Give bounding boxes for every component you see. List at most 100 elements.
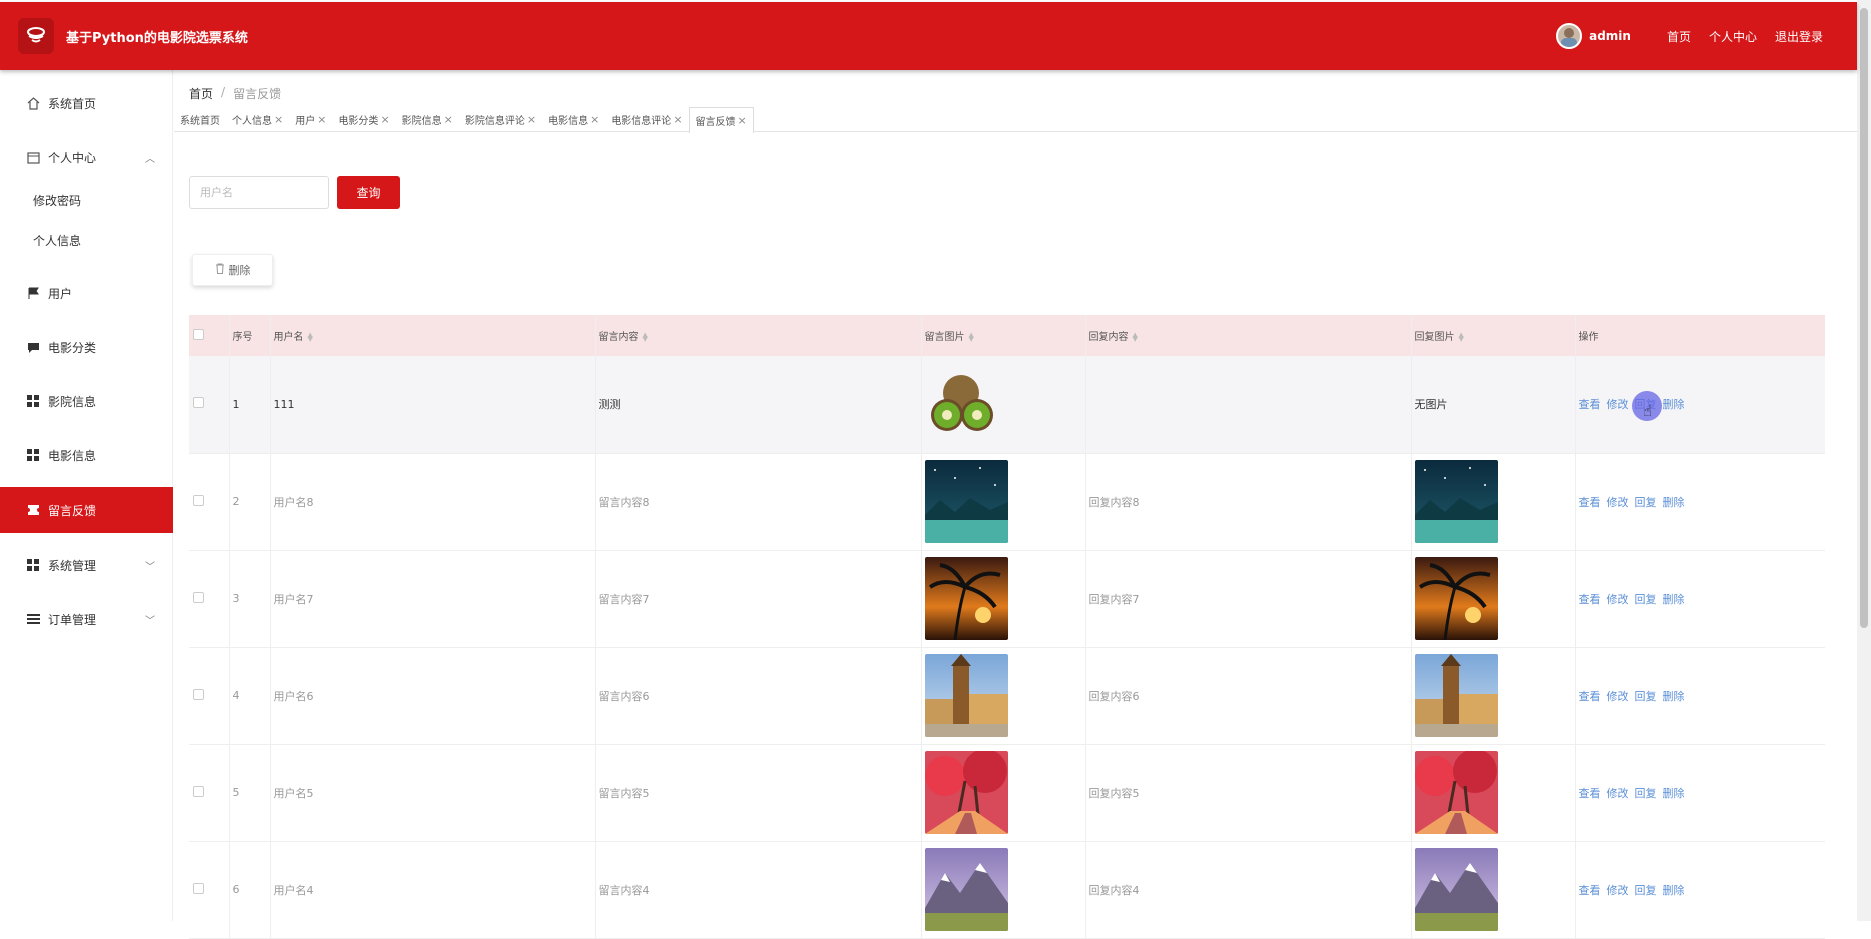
avatar[interactable] (1556, 23, 1583, 49)
username-value: 用户名8 (273, 495, 314, 509)
row-checkbox[interactable] (193, 494, 204, 506)
close-icon[interactable]: × (317, 113, 326, 126)
search-input[interactable] (189, 176, 329, 209)
nav-logout-link[interactable]: 退出登录 (1775, 28, 1823, 45)
nav-profile-link[interactable]: 个人中心 (1709, 28, 1757, 45)
delete-link[interactable]: 删除 (1663, 690, 1685, 703)
reply-link[interactable]: 回复 (1635, 593, 1657, 606)
view-link[interactable]: 查看 (1579, 593, 1601, 606)
delete-link[interactable]: 删除 (1663, 496, 1685, 509)
search-button[interactable]: 查询 (337, 176, 400, 209)
row-checkbox[interactable] (193, 397, 204, 409)
tab-cinema-comments[interactable]: 影院信息评论 × (459, 107, 542, 132)
row-checkbox[interactable] (193, 591, 204, 603)
username: admin (1589, 29, 1631, 43)
tab-movie-info[interactable]: 电影信息 × (542, 107, 605, 132)
column-header-content[interactable]: 留言内容 ▲ ▼ (594, 315, 921, 356)
reply-link[interactable]: 回复 (1635, 496, 1657, 509)
view-link[interactable]: 查看 (1579, 496, 1601, 509)
close-icon[interactable]: × (527, 113, 536, 126)
table-row[interactable]: 2 用户名8 留言内容8 回复内容8 查看 修改 回复 删除 (189, 453, 1825, 551)
delete-link[interactable]: 删除 (1663, 398, 1685, 411)
reply-link[interactable]: 回复 (1635, 787, 1657, 800)
select-all-checkbox[interactable] (193, 328, 204, 340)
reply-image[interactable] (1414, 460, 1575, 543)
tab-users[interactable]: 用户 × (289, 107, 332, 132)
image-cell (920, 647, 1085, 745)
tab-feedback[interactable]: 留言反馈 × (688, 107, 754, 133)
sort-icon[interactable]: ▲ ▼ (969, 332, 974, 343)
row-select-cell (189, 550, 229, 648)
delete-button[interactable]: 删除 (192, 254, 273, 286)
column-header-image[interactable]: 留言图片 ▲ ▼ (920, 315, 1085, 356)
sidebar-item-system[interactable]: 系统管理 ﹀ (0, 544, 173, 586)
sidebar-item-cinema-info[interactable]: 影院信息 (0, 380, 173, 422)
sidebar-item-orders[interactable]: 订单管理 ﹀ (0, 598, 173, 640)
reply-link[interactable]: 回复 (1635, 690, 1657, 703)
reply-image[interactable] (1414, 848, 1575, 931)
sort-icon[interactable]: ▲ ▼ (308, 332, 313, 343)
scrollbar-thumb[interactable] (1860, 8, 1868, 628)
sort-icon[interactable]: ▲ ▼ (1133, 332, 1138, 343)
content-value: 留言内容6 (598, 689, 650, 703)
row-checkbox[interactable] (193, 688, 204, 700)
row-checkbox[interactable] (193, 785, 204, 797)
reply-link[interactable]: 回复 (1635, 884, 1657, 897)
edit-link[interactable]: 修改 (1607, 787, 1629, 800)
sidebar-subitem-change-password[interactable]: 修改密码 (0, 183, 173, 217)
table-row[interactable]: 3 用户名7 留言内容7 回复内容7 查看 修改 回复 删除 (189, 550, 1825, 648)
close-icon[interactable]: × (590, 113, 599, 126)
delete-link[interactable]: 删除 (1663, 593, 1685, 606)
table-row[interactable]: 6 用户名4 留言内容4 回复内容4 查看 修改 回复 删除 (189, 841, 1825, 939)
tab-personal-info[interactable]: 个人信息 × (226, 107, 289, 132)
sidebar-item-feedback[interactable]: 留言反馈 (0, 487, 173, 533)
table-row[interactable]: 1 111 测测 无图片 查看 修改 回复 删除 (189, 356, 1825, 454)
reply-image[interactable] (1414, 654, 1575, 737)
sidebar-item-movie-info[interactable]: 电影信息 (0, 434, 173, 476)
view-link[interactable]: 查看 (1579, 884, 1601, 897)
feedback-image[interactable] (924, 460, 1085, 543)
close-icon[interactable]: × (673, 113, 682, 126)
sort-icon[interactable]: ▲ ▼ (1459, 332, 1464, 343)
page-scrollbar[interactable] (1857, 0, 1871, 921)
view-link[interactable]: 查看 (1579, 398, 1601, 411)
sort-icon[interactable]: ▲ ▼ (643, 332, 648, 343)
feedback-image[interactable] (924, 848, 1085, 931)
close-icon[interactable]: × (380, 113, 389, 126)
reply-image[interactable] (1414, 751, 1575, 834)
column-header-username[interactable]: 用户名 ▲ ▼ (269, 315, 595, 356)
table-row[interactable]: 4 用户名6 留言内容6 回复内容6 查看 修改 回复 删除 (189, 647, 1825, 745)
tab-movie-comments[interactable]: 电影信息评论 × (605, 107, 688, 132)
feedback-image[interactable] (924, 557, 1085, 640)
edit-link[interactable]: 修改 (1607, 496, 1629, 509)
view-link[interactable]: 查看 (1579, 690, 1601, 703)
delete-link[interactable]: 删除 (1663, 884, 1685, 897)
close-icon[interactable]: × (444, 113, 453, 126)
feedback-image[interactable] (924, 362, 1085, 446)
sidebar-item-home[interactable]: 系统首页 (0, 82, 173, 124)
column-header-reply-image[interactable]: 回复图片 ▲ ▼ (1410, 315, 1575, 356)
sidebar-subitem-personal-info[interactable]: 个人信息 (0, 223, 173, 257)
sidebar-item-personal[interactable]: 个人中心 ︿ (0, 136, 173, 178)
close-icon[interactable]: × (738, 114, 747, 127)
delete-link[interactable]: 删除 (1663, 787, 1685, 800)
view-link[interactable]: 查看 (1579, 787, 1601, 800)
tab-system-home[interactable]: 系统首页 (174, 107, 226, 132)
edit-link[interactable]: 修改 (1607, 398, 1629, 411)
column-header-reply[interactable]: 回复内容 ▲ ▼ (1084, 315, 1411, 356)
nav-home-link[interactable]: 首页 (1667, 28, 1691, 45)
table-row[interactable]: 5 用户名5 留言内容5 回复内容5 查看 修改 回复 删除 (189, 744, 1825, 842)
reply-image[interactable] (1414, 557, 1575, 640)
breadcrumb-home[interactable]: 首页 (189, 85, 213, 102)
edit-link[interactable]: 修改 (1607, 690, 1629, 703)
close-icon[interactable]: × (274, 113, 283, 126)
tab-movie-category[interactable]: 电影分类 × (332, 107, 395, 132)
feedback-image[interactable] (924, 654, 1085, 737)
feedback-image[interactable] (924, 751, 1085, 834)
sidebar-item-movie-category[interactable]: 电影分类 (0, 326, 173, 368)
edit-link[interactable]: 修改 (1607, 884, 1629, 897)
sidebar-item-users[interactable]: 用户 (0, 272, 173, 314)
row-checkbox[interactable] (193, 882, 204, 894)
tab-cinema-info[interactable]: 影院信息 × (396, 107, 459, 132)
edit-link[interactable]: 修改 (1607, 593, 1629, 606)
